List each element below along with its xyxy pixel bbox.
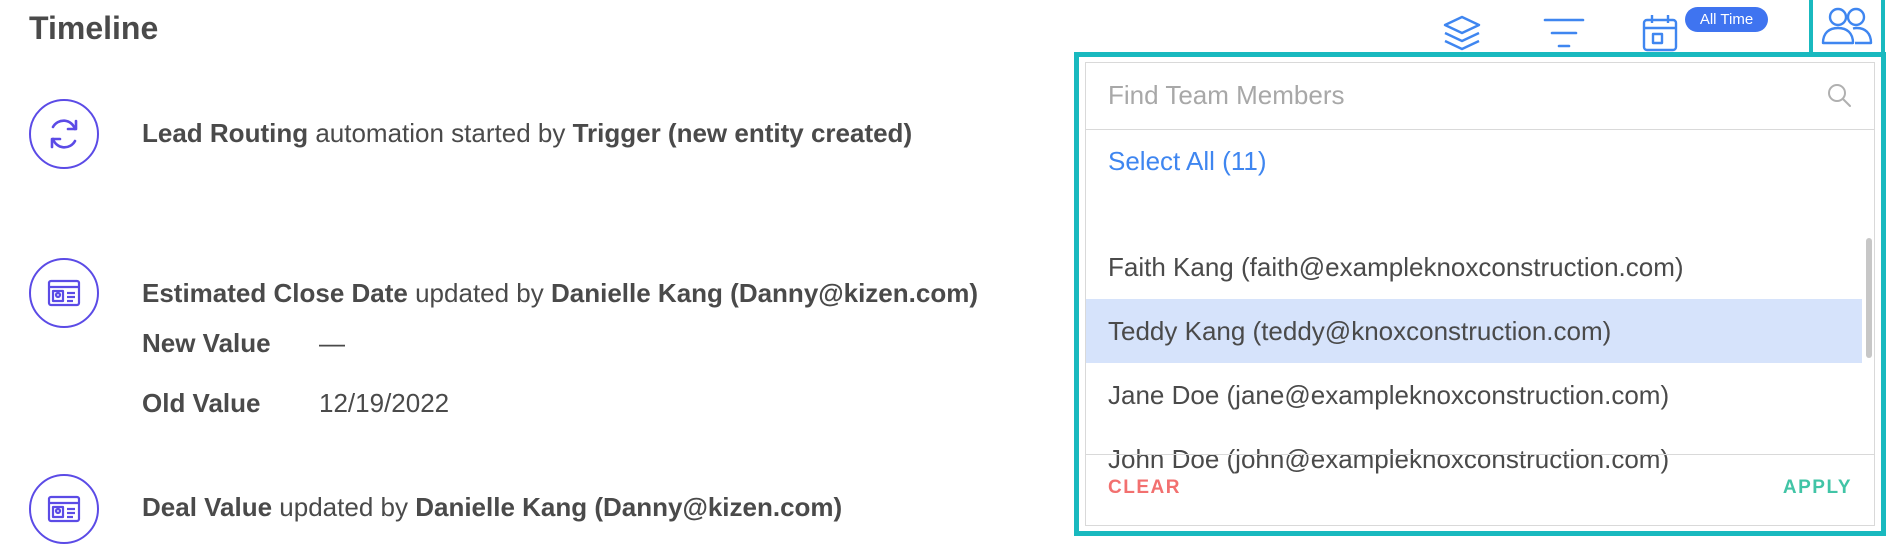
id-card-icon xyxy=(47,494,81,524)
team-members-icon xyxy=(1820,5,1874,47)
event-actor: Trigger (new entity created) xyxy=(572,118,913,148)
old-value-label: Old Value xyxy=(142,388,261,418)
team-member-option[interactable]: Teddy Kang (teddy@knoxconstruction.com) xyxy=(1086,299,1862,363)
calendar-icon[interactable] xyxy=(1640,12,1680,54)
event-actor: Danielle Kang (Danny@kizen.com) xyxy=(551,278,978,308)
timeline-event-text: Estimated Close Date updated by Danielle… xyxy=(142,278,978,309)
dropdown-panel: Select All (11) Faith Kang (faith@exampl… xyxy=(1085,62,1875,526)
event-field: Estimated Close Date xyxy=(142,278,408,308)
new-value-label: New Value xyxy=(142,328,271,358)
team-member-option[interactable]: Faith Kang (faith@exampleknoxconstructio… xyxy=(1086,235,1862,299)
layers-icon[interactable] xyxy=(1438,10,1486,58)
new-value-row: New Value — xyxy=(142,328,345,359)
dropdown-scrollbar[interactable] xyxy=(1866,238,1872,358)
team-members-dropdown: Select All (11) Faith Kang (faith@exampl… xyxy=(1074,52,1886,536)
new-value: — xyxy=(319,328,345,358)
search-icon[interactable] xyxy=(1826,82,1852,108)
search-row xyxy=(1086,63,1874,130)
timeline-event-text: Deal Value updated by Danielle Kang (Dan… xyxy=(142,492,842,523)
dropdown-footer: CLEAR APPLY xyxy=(1086,454,1874,525)
date-range-badge[interactable]: All Time xyxy=(1685,7,1768,32)
id-card-icon xyxy=(47,278,81,308)
timeline-event-text: Lead Routing automation started by Trigg… xyxy=(142,118,912,149)
find-team-members-input[interactable] xyxy=(1108,75,1788,115)
page-title: Timeline xyxy=(29,10,159,46)
automation-event-icon xyxy=(29,99,99,169)
event-verb: updated by xyxy=(272,492,416,522)
apply-button[interactable]: APPLY xyxy=(1783,477,1852,499)
event-field: Lead Routing xyxy=(142,118,309,148)
select-all-link[interactable]: Select All (11) xyxy=(1108,146,1266,177)
team-member-option[interactable]: Jane Doe (jane@exampleknoxconstruction.c… xyxy=(1086,363,1862,427)
field-update-event-icon xyxy=(29,474,99,544)
event-verb: automation started by xyxy=(308,118,573,148)
team-members-button[interactable] xyxy=(1809,0,1885,56)
old-value-row: Old Value 12/19/2022 xyxy=(142,388,449,419)
event-actor: Danielle Kang (Danny@kizen.com) xyxy=(415,492,843,522)
clear-button[interactable]: CLEAR xyxy=(1108,477,1181,499)
event-verb: updated by xyxy=(407,278,551,308)
event-field: Deal Value xyxy=(142,492,273,522)
refresh-icon xyxy=(45,115,83,153)
filter-icon[interactable] xyxy=(1540,12,1588,56)
field-update-event-icon xyxy=(29,258,99,328)
old-value: 12/19/2022 xyxy=(319,388,450,418)
